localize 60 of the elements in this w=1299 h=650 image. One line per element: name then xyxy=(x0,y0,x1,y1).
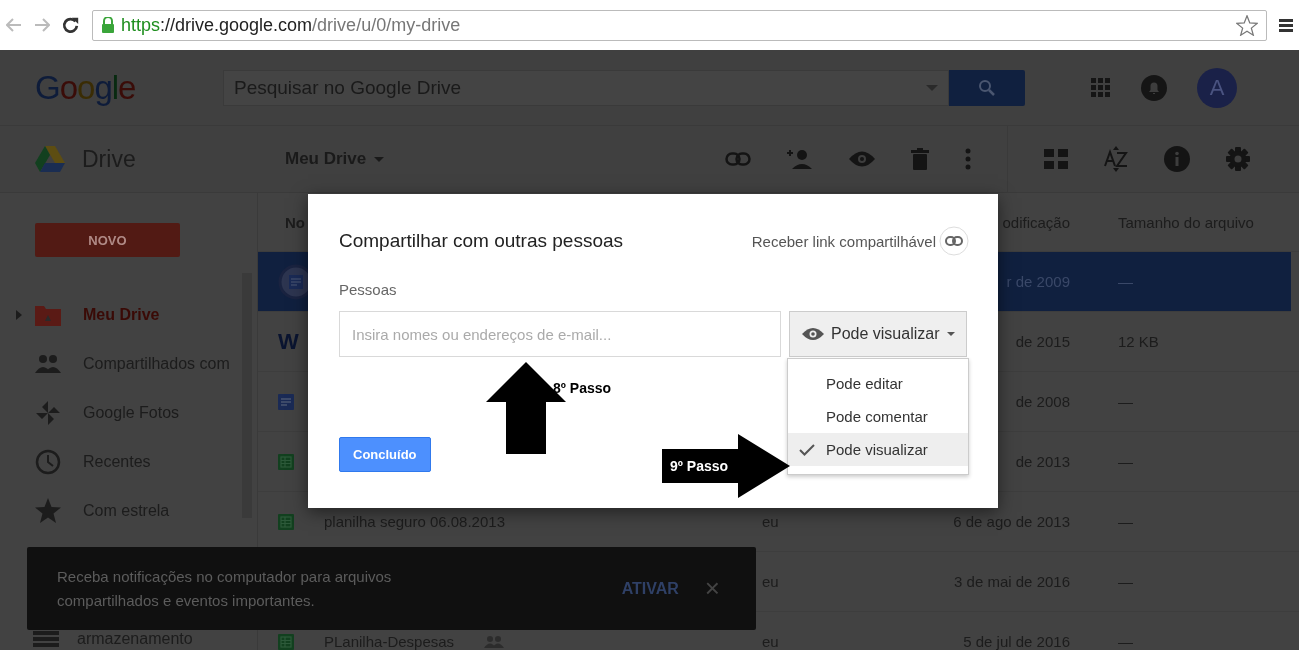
caret-icon xyxy=(946,332,955,336)
apps-grid-icon[interactable] xyxy=(1091,77,1111,98)
star-icon xyxy=(35,498,61,523)
forward-icon[interactable] xyxy=(34,18,50,32)
address-bar[interactable]: https://drive.google.com/drive/u/0/my-drive xyxy=(92,9,1267,41)
sort-icon[interactable] xyxy=(1104,146,1128,172)
search-icon xyxy=(978,78,996,97)
people-input-field[interactable]: Insira nomes ou endereços de e-mail... xyxy=(339,311,781,357)
bookmark-star-icon[interactable] xyxy=(1236,14,1258,36)
step-label: 8º Passo xyxy=(553,380,612,396)
url-text: https://drive.google.com/drive/u/0/my-drive xyxy=(121,14,462,36)
share-link-button[interactable]: Receber link compartilhável xyxy=(751,226,969,256)
notification-bell-icon[interactable] xyxy=(1141,74,1167,101)
link-icon[interactable] xyxy=(725,152,751,166)
size-cell: — xyxy=(1118,273,1133,290)
size-cell: — xyxy=(1118,513,1133,530)
back-icon[interactable] xyxy=(6,18,22,32)
reload-icon[interactable] xyxy=(62,16,80,34)
caret-icon xyxy=(374,156,385,162)
document-icon xyxy=(278,393,294,410)
add-person-icon[interactable] xyxy=(787,149,813,169)
size-cell: — xyxy=(1118,393,1133,410)
enable-button[interactable]: ATIVAR xyxy=(615,578,685,599)
size-cell: — xyxy=(1118,453,1133,470)
people-icon xyxy=(35,354,61,373)
grid-view-icon[interactable] xyxy=(1044,149,1068,169)
folder-icon xyxy=(35,303,61,326)
close-button[interactable]: × xyxy=(698,572,726,605)
expand-triangle-icon[interactable] xyxy=(16,309,22,320)
menu-icon[interactable] xyxy=(1279,18,1293,32)
done-button[interactable]: Concluído xyxy=(339,437,431,472)
size-cell: — xyxy=(1118,573,1133,590)
menu-item[interactable]: Pode editar xyxy=(788,367,968,400)
spreadsheet-icon xyxy=(278,453,294,470)
menu-item[interactable]: Pode visualizar xyxy=(788,433,968,466)
size-cell: — xyxy=(1118,633,1133,650)
eye-icon[interactable] xyxy=(849,150,875,168)
dialog-title: Compartilhar com outras pessoas xyxy=(339,230,624,252)
spreadsheet-icon xyxy=(278,633,294,650)
settings-icon[interactable] xyxy=(1226,147,1250,171)
more-options-icon[interactable] xyxy=(965,148,971,170)
pinwheel-icon xyxy=(35,399,61,426)
search-button[interactable] xyxy=(949,69,1025,106)
avatar[interactable]: A xyxy=(1197,67,1237,108)
clock-icon xyxy=(35,448,61,475)
permission-dropdown[interactable]: Pode visualizar xyxy=(789,311,967,357)
menu-item[interactable]: Pode comentar xyxy=(788,400,968,433)
eye-icon xyxy=(802,327,824,341)
lock-icon xyxy=(101,17,115,33)
caret-icon[interactable] xyxy=(926,84,938,91)
sidebar-item[interactable]: Meu Drive xyxy=(0,290,257,339)
info-icon[interactable] xyxy=(1164,146,1190,172)
trash-icon[interactable] xyxy=(911,148,929,170)
word-file-icon: W xyxy=(278,328,299,355)
new-button[interactable]: NOVO xyxy=(35,223,180,257)
drive-logo-icon xyxy=(35,146,65,172)
spreadsheet-icon xyxy=(278,513,294,530)
people-label: Pessoas xyxy=(339,281,398,298)
checkmark-icon xyxy=(799,443,815,456)
link-icon xyxy=(939,226,969,256)
